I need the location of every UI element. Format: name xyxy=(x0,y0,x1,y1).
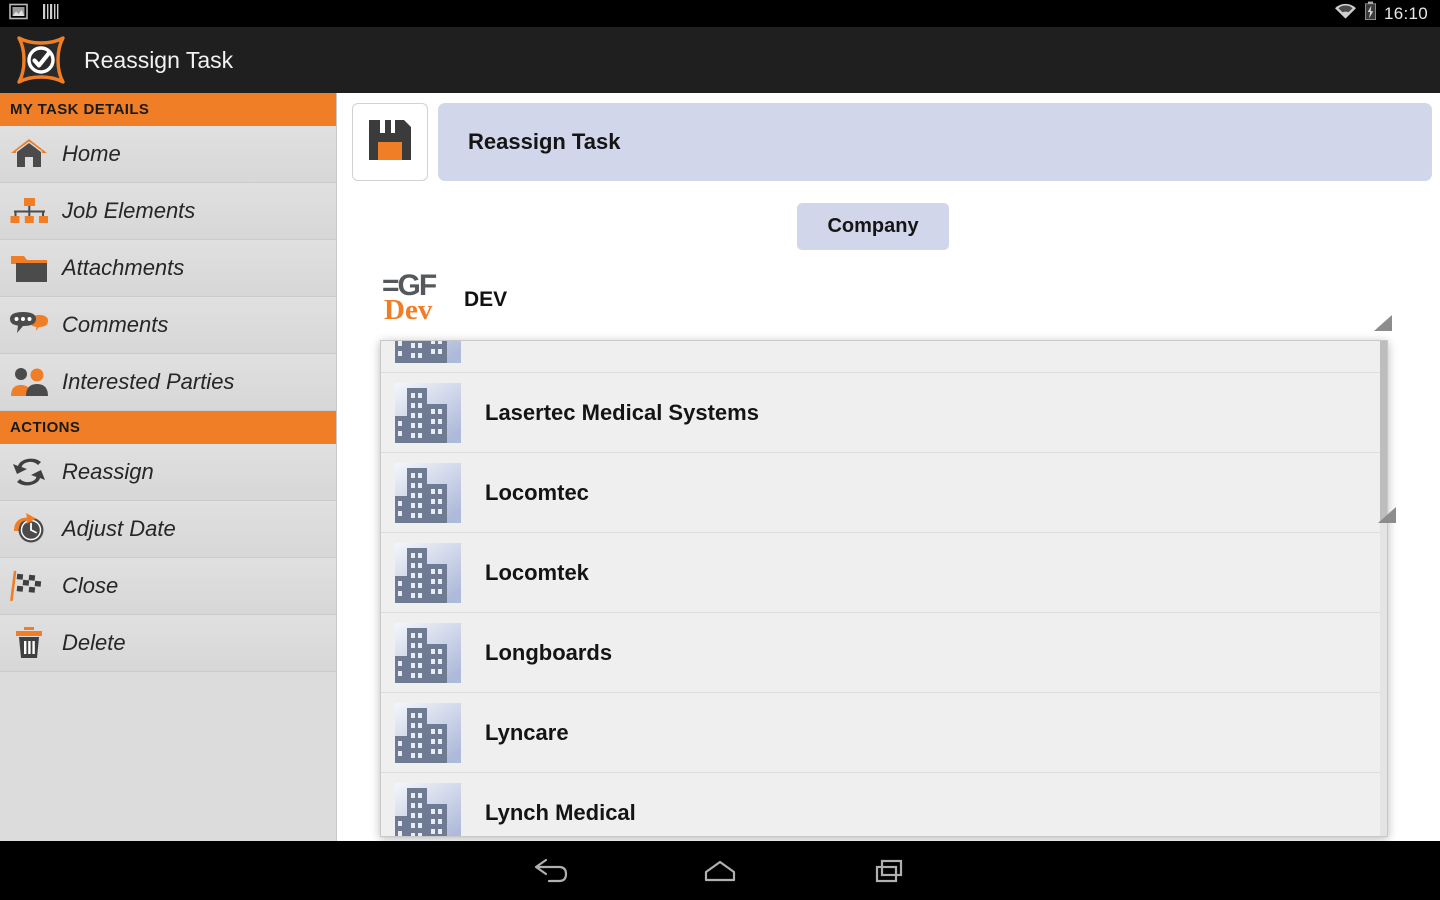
list-item-label: Lyncare xyxy=(485,719,569,745)
save-button[interactable] xyxy=(352,103,428,181)
checkered-flag-icon xyxy=(8,566,50,606)
reassign-task-field[interactable]: Reassign Task xyxy=(438,103,1432,181)
list-item[interactable]: Longboards xyxy=(381,613,1387,693)
wifi-icon xyxy=(1334,2,1357,26)
trash-icon xyxy=(8,623,50,663)
sidebar: MY TASK DETAILS Home Job Elements Attach… xyxy=(0,93,337,841)
sidebar-item-interested-parties[interactable]: Interested Parties xyxy=(0,354,336,411)
dropdown-resize-handle-bottom[interactable] xyxy=(1376,505,1398,527)
sidebar-section-actions: ACTIONS xyxy=(0,411,336,444)
sidebar-item-label: Attachments xyxy=(62,255,185,280)
home-icon xyxy=(8,134,50,174)
list-item-label: Locomtec xyxy=(485,479,589,505)
status-bar-right-icons: 16:10 xyxy=(1334,1,1440,26)
sidebar-item-label: Delete xyxy=(62,630,126,655)
folder-icon xyxy=(8,248,50,288)
sidebar-item-label: Comments xyxy=(62,312,169,337)
building-icon xyxy=(393,542,463,604)
company-dropdown-items: Lasertec Medical Systems Locomtec Locomt… xyxy=(381,341,1387,836)
building-icon xyxy=(393,341,463,364)
building-icon xyxy=(393,622,463,684)
building-icon xyxy=(393,782,463,836)
sidebar-item-attachments[interactable]: Attachments xyxy=(0,240,336,297)
status-bar-left-icons xyxy=(0,2,59,26)
company-button-row: Company xyxy=(338,203,1440,250)
selected-company-row[interactable]: =GF Dev DEV xyxy=(338,269,1440,328)
sidebar-item-label: Close xyxy=(62,573,119,598)
back-icon[interactable] xyxy=(520,851,580,891)
sidebar-item-adjust-date[interactable]: Adjust Date xyxy=(0,501,336,558)
page-title: Reassign Task xyxy=(84,46,234,73)
people-icon xyxy=(8,362,50,402)
android-nav-bar xyxy=(0,841,1440,900)
sidebar-item-comments[interactable]: Comments xyxy=(0,297,336,354)
speech-bubbles-icon xyxy=(8,305,50,345)
dropdown-resize-handle-top[interactable] xyxy=(1370,315,1392,337)
screen-root: 16:10 Reassign Task MY TASK DETAILS Home… xyxy=(0,0,1440,900)
main-content: Reassign Task Company =GF Dev DEV Lasert… xyxy=(338,93,1440,841)
reassign-arrows-icon xyxy=(8,452,50,492)
reassign-task-field-value: Reassign Task xyxy=(468,129,621,154)
android-status-bar: 16:10 xyxy=(0,0,1440,27)
sidebar-item-home[interactable]: Home xyxy=(0,126,336,183)
egf-dev-logo-icon: =GF Dev xyxy=(382,269,446,328)
company-dropdown-list[interactable]: Lasertec Medical Systems Locomtec Locomt… xyxy=(380,340,1388,837)
sidebar-item-reassign[interactable]: Reassign xyxy=(0,444,336,501)
building-icon xyxy=(393,702,463,764)
sidebar-item-label: Reassign xyxy=(62,459,154,484)
sidebar-section-my-task-details: MY TASK DETAILS xyxy=(0,93,336,126)
status-bar-clock: 16:10 xyxy=(1383,3,1428,23)
battery-charging-icon xyxy=(1364,1,1377,26)
recents-icon[interactable] xyxy=(860,851,920,891)
list-item[interactable]: Lynch Medical xyxy=(381,773,1387,836)
dropdown-scrollbar-thumb[interactable] xyxy=(1380,341,1387,521)
company-button[interactable]: Company xyxy=(797,203,949,250)
building-icon xyxy=(393,462,463,524)
building-icon xyxy=(393,382,463,444)
sidebar-empty-space xyxy=(0,672,336,832)
sidebar-item-label: Adjust Date xyxy=(62,516,176,541)
home-icon[interactable] xyxy=(690,851,750,891)
task-check-logo-icon[interactable] xyxy=(16,35,66,85)
list-item-label: Lasertec Medical Systems xyxy=(485,399,759,425)
sidebar-item-close[interactable]: Close xyxy=(0,558,336,615)
sidebar-item-delete[interactable]: Delete xyxy=(0,615,336,672)
sidebar-item-label: Job Elements xyxy=(62,198,196,223)
list-item-label: Longboards xyxy=(485,639,613,665)
list-item-label: Lynch Medical xyxy=(485,799,636,825)
barcode-icon xyxy=(42,2,59,26)
org-chart-icon xyxy=(8,191,50,231)
selected-company-name: DEV xyxy=(464,288,508,311)
list-item[interactable]: Locomtec xyxy=(381,453,1387,533)
list-item[interactable] xyxy=(381,341,1387,373)
list-item[interactable]: Lasertec Medical Systems xyxy=(381,373,1387,453)
list-item-label: Locomtek xyxy=(485,559,589,585)
screenshot-icon xyxy=(9,2,28,26)
form-header-row: Reassign Task xyxy=(338,93,1440,181)
dropdown-scrollbar-track[interactable] xyxy=(1380,341,1387,836)
list-item[interactable]: Lyncare xyxy=(381,693,1387,773)
logo-text-bottom: Dev xyxy=(384,294,433,326)
sidebar-item-label: Home xyxy=(62,141,121,166)
sidebar-item-label: Interested Parties xyxy=(62,369,235,394)
list-item[interactable]: Locomtek xyxy=(381,533,1387,613)
app-action-bar: Reassign Task xyxy=(0,27,1440,93)
clock-arrow-icon xyxy=(8,509,50,549)
floppy-disk-save-icon xyxy=(364,114,416,171)
sidebar-item-job-elements[interactable]: Job Elements xyxy=(0,183,336,240)
